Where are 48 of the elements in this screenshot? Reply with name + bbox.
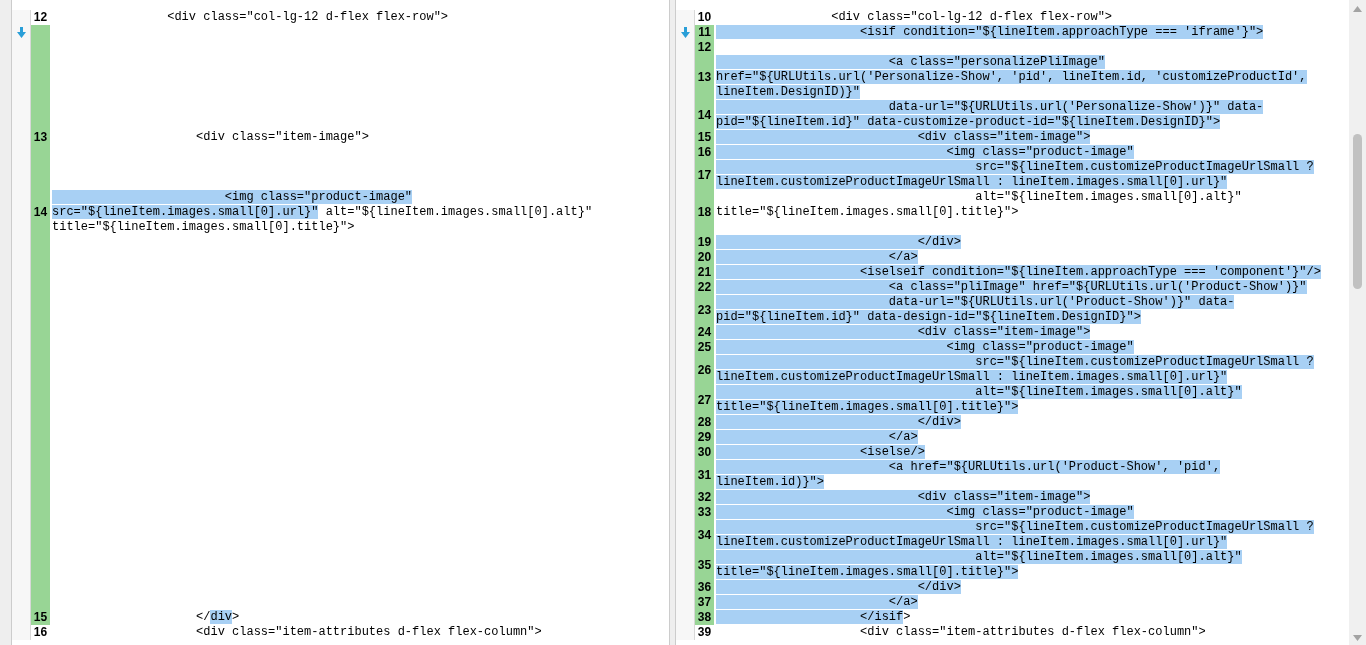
line-number: 34 — [695, 520, 714, 550]
code-line: <div class="item-attributes d-flex flex-column"> — [195, 625, 542, 640]
code-line: </isif> — [716, 610, 911, 625]
line-number: 35 — [695, 550, 714, 580]
line-number: 37 — [695, 595, 714, 610]
line-number: 11 — [695, 25, 714, 40]
line-number: 31 — [695, 460, 714, 490]
line-number: 23 — [695, 295, 714, 325]
scroll-thumb[interactable] — [1353, 134, 1362, 289]
line-number: 29 — [695, 430, 714, 445]
line-number: 15 — [695, 130, 714, 145]
line-number: 13 — [695, 55, 714, 100]
line-number: 16 — [695, 145, 714, 160]
code-line: </div> — [195, 610, 240, 625]
line-number: 32 — [695, 490, 714, 505]
code-line: src="${lineItem.images.small[0].url}" alt="${lineItem.images.small[0].alt}" — [52, 205, 593, 220]
line-number: 14 — [695, 100, 714, 130]
down-arrow-icon[interactable] — [16, 27, 26, 38]
line-number: 26 — [695, 355, 714, 385]
line-number: 20 — [695, 250, 714, 265]
line-number: 24 — [695, 325, 714, 340]
scroll-up-icon[interactable] — [1353, 6, 1362, 12]
line-number: 27 — [695, 385, 714, 415]
line-number: 28 — [695, 415, 714, 430]
line-number: 30 — [695, 445, 714, 460]
code-line: <div class="item-attributes d-flex flex-column"> — [859, 625, 1206, 640]
code-line: title="${lineItem.images.small[0].title}"> — [52, 220, 355, 235]
code-line: alt="${lineItem.images.small[0].alt}" — [974, 190, 1242, 205]
line-number: 19 — [695, 235, 714, 250]
line-number: 17 — [695, 160, 714, 190]
line-number: 18 — [695, 190, 714, 235]
line-number: 15 — [31, 610, 50, 625]
line-number: 38 — [695, 610, 714, 625]
line-number: 25 — [695, 340, 714, 355]
down-arrow-icon[interactable] — [680, 27, 690, 38]
line-number: 13 — [31, 130, 50, 145]
code-line: <div class="item-image"> — [195, 130, 369, 145]
line-number: 14 — [31, 190, 50, 235]
scrollbar[interactable] — [1349, 0, 1366, 645]
code-line: title="${lineItem.images.small[0].title}"> — [716, 205, 1019, 220]
line-number: 22 — [695, 280, 714, 295]
line-number: 36 — [695, 580, 714, 595]
scroll-down-icon[interactable] — [1353, 635, 1362, 641]
line-number: 21 — [695, 265, 714, 280]
code-line: <div class="col-lg-12 d-flex flex-row"> — [166, 10, 449, 25]
code-line: <div class="col-lg-12 d-flex flex-row"> — [830, 10, 1113, 25]
line-number: 33 — [695, 505, 714, 520]
line-number: 12 — [695, 40, 714, 55]
